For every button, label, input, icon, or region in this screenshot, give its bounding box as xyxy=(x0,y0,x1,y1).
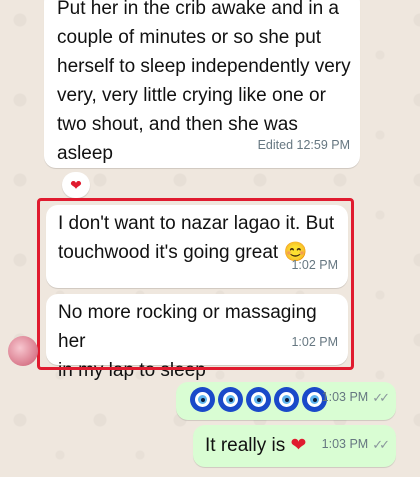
message-bubble-outgoing[interactable]: It really is ❤ 1:03 PM ✓✓ xyxy=(193,425,396,467)
nazar-amulet-icon xyxy=(190,387,215,412)
read-ticks-icon: ✓✓ xyxy=(372,437,390,452)
heart-reaction-icon[interactable]: ❤ xyxy=(62,172,90,198)
contact-avatar[interactable] xyxy=(8,336,38,366)
message-bubble-incoming[interactable]: Put her in the crib awake and in a coupl… xyxy=(44,0,360,168)
message-meta: 1:03 PM ✓✓ xyxy=(321,430,390,459)
read-ticks-icon: ✓✓ xyxy=(372,390,390,405)
message-time: 1:03 PM xyxy=(321,437,369,451)
nazar-amulet-icon xyxy=(246,387,271,412)
nazar-amulet-icon xyxy=(274,387,299,412)
heart-icon: ❤ xyxy=(290,435,307,456)
nazar-amulet-icon xyxy=(218,387,243,412)
message-bubble-outgoing[interactable]: 1:03 PM ✓✓ xyxy=(176,382,396,420)
message-time: 1:03 PM xyxy=(321,390,369,404)
message-text: It really is ❤ xyxy=(205,435,307,456)
highlight-box xyxy=(37,198,354,370)
message-edited-time: Edited 12:59 PM xyxy=(257,138,350,152)
nazar-emoji-row xyxy=(190,387,327,412)
message-meta: Edited 12:59 PM xyxy=(258,131,350,160)
message-meta: 1:03 PM ✓✓ xyxy=(321,383,390,412)
